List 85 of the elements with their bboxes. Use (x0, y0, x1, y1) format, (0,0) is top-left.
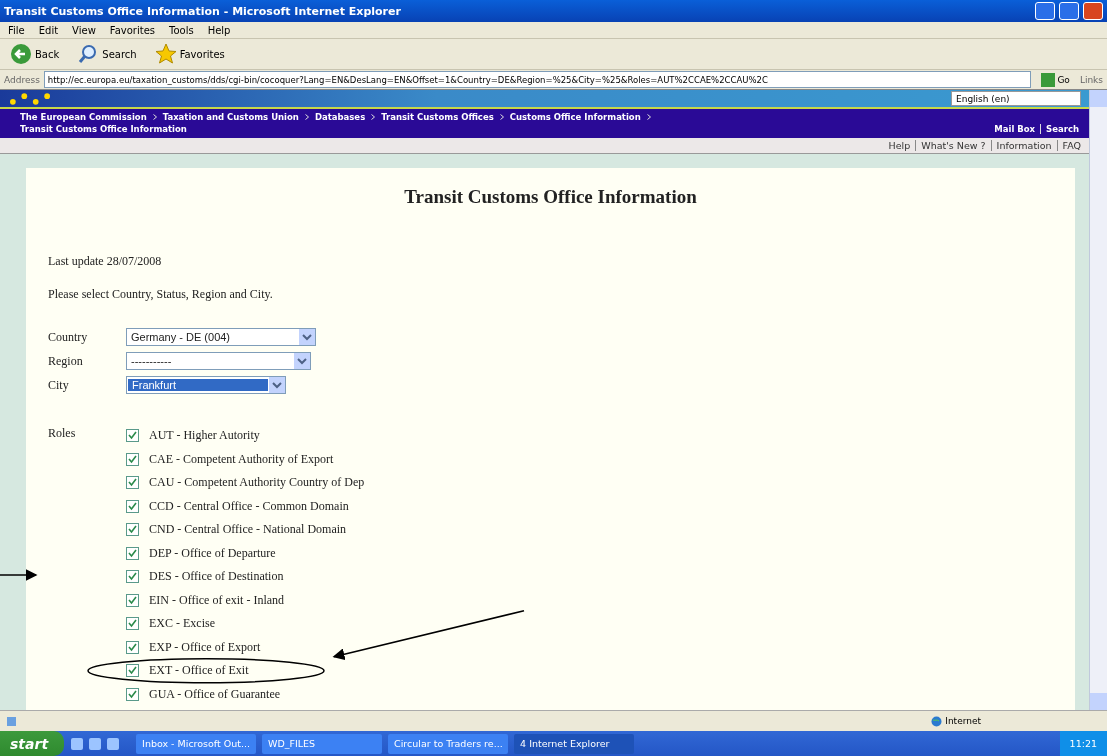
checkbox[interactable] (126, 499, 139, 513)
annotation-arrow (0, 569, 38, 581)
chevron-icon (371, 114, 376, 120)
menu-item[interactable]: File (8, 24, 25, 36)
star-icon (154, 43, 177, 65)
header-link[interactable]: Search (1040, 124, 1079, 134)
breadcrumb-link[interactable]: Transit Customs Office Information (20, 124, 187, 134)
taskbar-button[interactable]: WD_FILES (262, 733, 383, 754)
help-link[interactable]: Help (888, 140, 911, 151)
scrollbar[interactable] (1089, 90, 1107, 710)
clock: 11:21 (1069, 738, 1097, 749)
toolbar-button[interactable]: Favorites (150, 41, 229, 67)
role-label: CND - Central Office - National Domain (149, 522, 347, 538)
role-label: GUA - Office of Guarantee (149, 686, 281, 702)
dropdown-field[interactable]: Germany - DE (004) (126, 328, 316, 346)
menu-item[interactable]: Help (207, 24, 231, 36)
help-link[interactable]: FAQ (1056, 140, 1081, 151)
checkbox[interactable] (126, 687, 139, 701)
chevron-icon (152, 114, 157, 120)
address-field[interactable]: http://ec.europa.eu/taxation_customs/dds/cgi-bin/cocoquer?Lang=EN&DesLang=EN&Offset=1&Country=DE&Region=%25&City=%25&Roles=AUT%2CCAE%2CCAU%2C (43, 71, 1032, 88)
role-label: EXC - Excise (149, 616, 215, 632)
help-link[interactable]: What's New ? (915, 140, 986, 151)
dropdown-field[interactable]: ----------- (126, 352, 311, 370)
taskbar-button[interactable]: 4 Internet Explorer (514, 733, 635, 754)
links-label[interactable]: Links (1079, 74, 1103, 85)
address-label: Address (4, 74, 40, 85)
instruction-text: Please select Country, Status, Region and City. (48, 287, 274, 302)
toolbar-button[interactable]: Search (73, 41, 141, 67)
checkbox[interactable] (126, 429, 139, 443)
minimize-button[interactable] (1035, 2, 1055, 20)
menu-item[interactable]: Favorites (109, 24, 155, 36)
window-title: Transit Customs Office Information - Microsoft Internet Explorer (4, 4, 402, 18)
role-label: EXP - Office of Export (149, 639, 261, 655)
role-label: CAU - Competent Authority Country of Dep (149, 475, 365, 491)
quick-launch-icon[interactable] (70, 736, 85, 751)
zone-label: Internet (945, 716, 981, 726)
menu-item[interactable]: View (72, 24, 96, 36)
breadcrumb-link[interactable]: The European Commission (20, 112, 147, 122)
menu-item[interactable]: Tools (169, 24, 194, 36)
roles-label: Roles (48, 426, 77, 442)
taskbar-button[interactable]: Circular to Traders re... (388, 733, 509, 754)
checkbox[interactable] (126, 523, 139, 537)
field-label: Region (48, 353, 83, 369)
chevron-icon (304, 114, 309, 120)
breadcrumb-link[interactable]: Taxation and Customs Union (162, 112, 299, 122)
chevron-icon (646, 114, 651, 120)
help-link[interactable]: Information (990, 140, 1052, 151)
checkbox[interactable] (126, 664, 139, 678)
checkbox[interactable] (126, 640, 139, 654)
quick-launch-icon[interactable] (88, 736, 103, 751)
header-link[interactable]: Mail Box (994, 124, 1036, 134)
checkbox[interactable] (126, 546, 139, 560)
checkbox[interactable] (126, 570, 139, 584)
dropdown-field[interactable]: Frankfurt (126, 376, 286, 394)
breadcrumb-link[interactable]: Databases (314, 112, 366, 122)
role-label: DEP - Office of Departure (149, 545, 276, 561)
role-label: EXT - Office of Exit (149, 663, 249, 679)
role-label: EIN - Office of exit - Inland (149, 592, 285, 608)
breadcrumb-link[interactable]: Transit Customs Offices (381, 112, 494, 122)
chevron-icon (499, 114, 504, 120)
checkbox[interactable] (126, 593, 139, 607)
toolbar-button[interactable]: Back (6, 41, 64, 67)
language-dropdown[interactable]: English (en) (951, 91, 1081, 106)
page-title: Transit Customs Office Information (403, 186, 698, 208)
taskbar-button[interactable]: Inbox - Microsoft Out... (136, 733, 257, 754)
role-label: CAE - Competent Authority of Export (149, 451, 334, 467)
close-button[interactable] (1083, 2, 1103, 20)
checkbox[interactable] (126, 452, 139, 466)
last-update-text: Last update 28/07/2008 (48, 254, 163, 269)
stars-logo-icon (10, 92, 50, 105)
breadcrumb-link[interactable]: Customs Office Information (509, 112, 641, 122)
start-button[interactable]: start (0, 731, 65, 756)
checkbox[interactable] (126, 617, 139, 631)
role-label: CCD - Central Office - Common Domain (149, 498, 349, 514)
checkbox[interactable] (126, 476, 139, 490)
maximize-button[interactable] (1059, 2, 1079, 20)
menu-item[interactable]: Edit (38, 24, 59, 36)
field-label: Country (48, 329, 88, 345)
go-button[interactable]: Go (1035, 71, 1076, 88)
quick-launch-icon[interactable] (106, 736, 121, 751)
page-icon (6, 715, 17, 727)
role-label: DES - Office of Destination (149, 569, 284, 585)
globe-icon (931, 715, 943, 727)
role-label: AUT - Higher Autority (149, 428, 260, 444)
field-label: City (48, 377, 69, 393)
